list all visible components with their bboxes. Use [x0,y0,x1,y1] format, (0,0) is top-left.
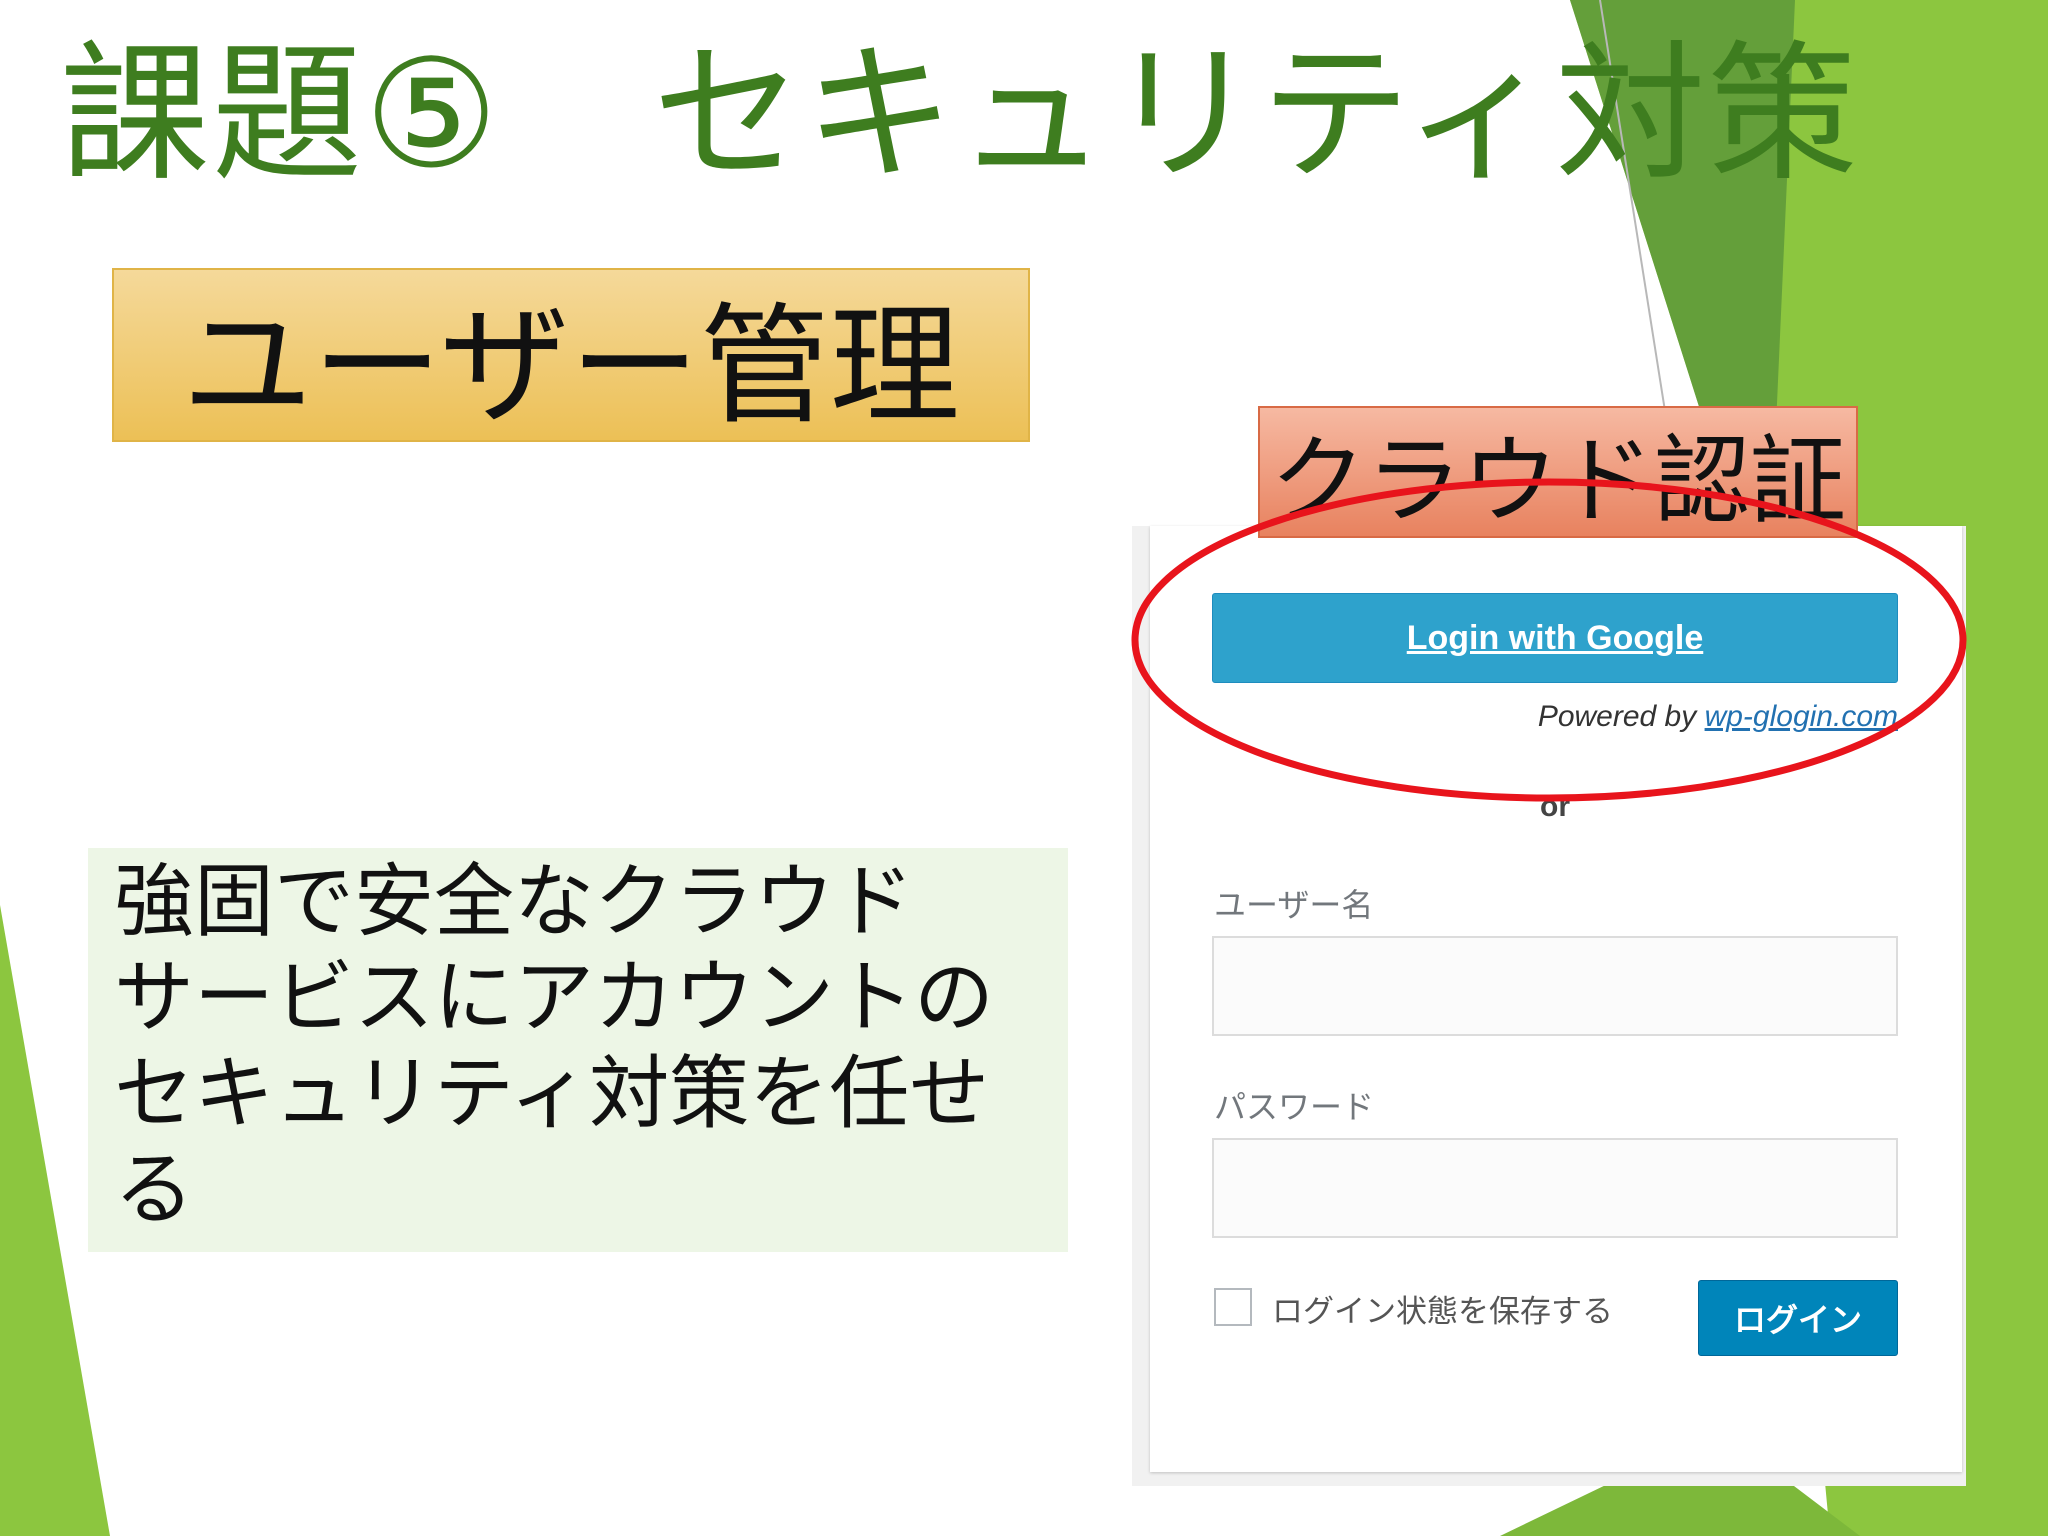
password-label: パスワード [1214,1088,1375,1126]
description-box: 強固で安全なクラウド サービスにアカウントの セキュリティ対策を任せ る [88,848,1068,1252]
remember-me-label: ログイン状態を保存する [1272,1294,1613,1330]
powered-by-prefix: Powered by [1537,700,1705,733]
description-line: セキュリティ対策を任せ [114,1047,990,1140]
username-label: ユーザー名 [1214,886,1374,924]
login-with-google-button[interactable]: Login with Google [1212,593,1898,683]
wp-glogin-link[interactable]: wp-glogin.com [1705,700,1898,733]
password-input[interactable] [1212,1138,1898,1238]
slide-title: 課題⑤ セキュリティ対策 [60,28,1860,202]
user-management-box: ユーザー管理 [112,268,1030,442]
description-line: 強固で安全なクラウド [114,855,914,948]
description-line: サービスにアカウントの [114,951,994,1044]
username-input[interactable] [1212,936,1898,1036]
or-divider: or [1540,790,1570,823]
login-submit-button[interactable]: ログイン [1698,1280,1898,1356]
remember-me-checkbox[interactable] [1214,1288,1252,1326]
powered-by-text: Powered by wp-glogin.com [1300,700,1898,734]
cloud-auth-callout: クラウド認証 [1258,406,1858,538]
description-line: る [114,1143,194,1236]
